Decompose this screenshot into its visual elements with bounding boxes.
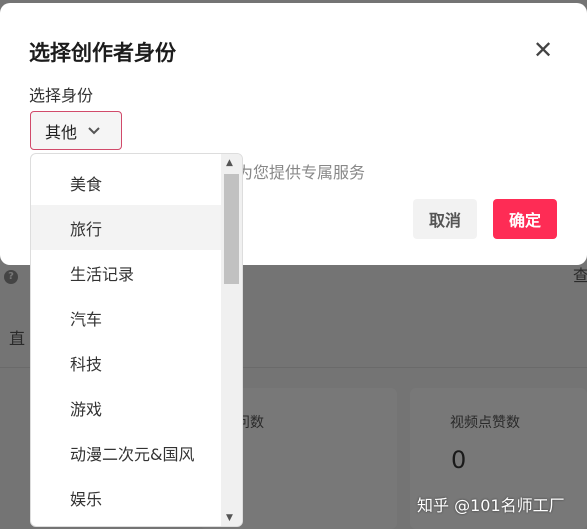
scrollbar-thumb[interactable] [224,174,239,284]
close-icon[interactable]: ✕ [531,38,555,63]
option-label: 动漫二次元&国风 [70,444,195,464]
watermark: 知乎 @101名师工厂 [417,496,565,515]
stat-value: 0 [451,446,467,474]
option-label: 旅行 [70,219,103,239]
confirm-button[interactable]: 确定 [493,199,557,239]
bg-text-right: 查 [573,266,587,285]
scroll-down-icon[interactable]: ▼ [226,513,233,523]
option-car[interactable]: 汽车 [31,295,222,340]
scrollbar[interactable]: ▲ ▼ [221,154,242,526]
option-life[interactable]: 生活记录 [31,250,222,295]
option-label: 生活记录 [70,264,135,284]
stat-label: 视频点赞数 [450,415,520,431]
option-label: 科技 [70,354,103,374]
modal-title: 选择创作者身份 [29,41,176,65]
option-label: 美食 [70,174,103,194]
option-label: 汽车 [70,309,103,329]
bg-text-left: 直 [9,329,26,348]
help-icon[interactable]: ? [4,270,18,284]
identity-dropdown: 美食 旅行 生活记录 汽车 科技 游戏 动漫二次元&国风 娱乐 ▲ ▼ [30,153,243,527]
option-travel[interactable]: 旅行 [31,205,222,250]
option-game[interactable]: 游戏 [31,385,222,430]
scroll-up-icon[interactable]: ▲ [226,158,233,168]
chevron-down-icon [88,126,100,134]
option-label: 娱乐 [70,489,103,509]
option-anime[interactable]: 动漫二次元&国风 [31,430,222,475]
identity-select[interactable]: 其他 [30,111,122,150]
option-tech[interactable]: 科技 [31,340,222,385]
selected-value: 其他 [45,122,78,142]
field-label: 选择身份 [29,86,94,105]
option-label: 游戏 [70,399,103,419]
option-entertainment[interactable]: 娱乐 [31,475,222,520]
cancel-button[interactable]: 取消 [413,199,477,239]
option-food[interactable]: 美食 [31,160,222,205]
